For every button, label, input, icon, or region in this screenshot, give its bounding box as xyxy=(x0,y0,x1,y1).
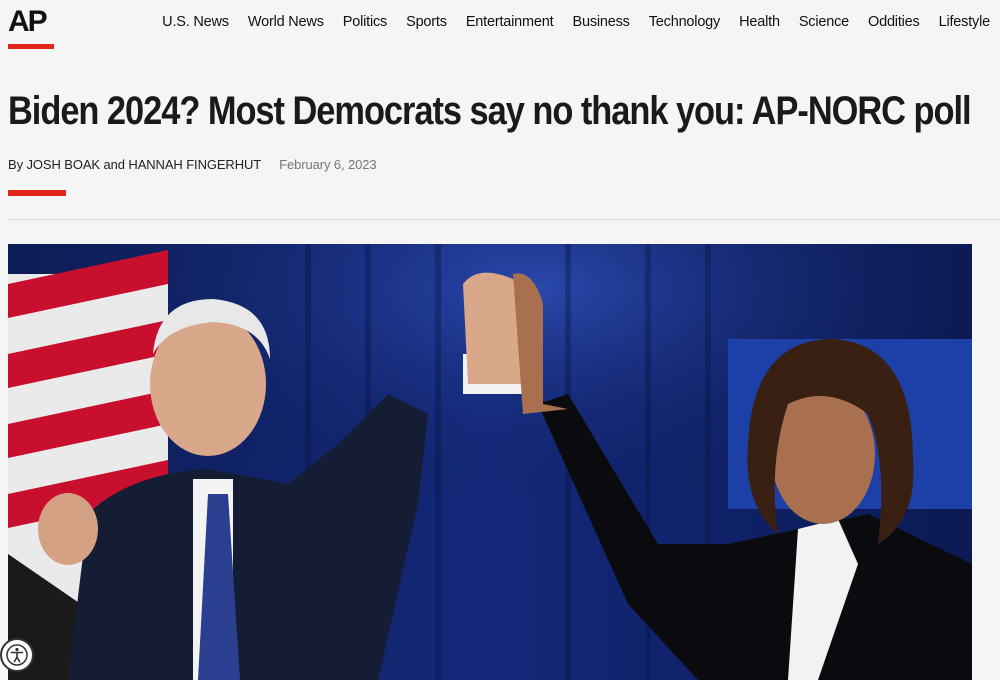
accessibility-icon xyxy=(6,644,28,666)
ap-logo[interactable]: AP xyxy=(8,5,54,49)
lead-photo-illustration xyxy=(8,244,972,680)
section-nav: U.S. News World News Politics Sports Ent… xyxy=(143,14,990,30)
nav-item-technology[interactable]: Technology xyxy=(649,14,721,30)
logo-text: AP xyxy=(8,5,48,38)
nav-item-us-news[interactable]: U.S. News xyxy=(162,14,229,30)
article-byline: By JOSH BOAK and HANNAH FINGERHUT Februar… xyxy=(8,157,377,172)
nav-item-world-news[interactable]: World News xyxy=(248,14,324,30)
section-divider xyxy=(8,219,1000,220)
top-navigation: AP U.S. News World News Politics Sports … xyxy=(0,0,1000,52)
nav-item-oddities[interactable]: Oddities xyxy=(868,14,920,30)
accessibility-button[interactable] xyxy=(0,638,34,672)
nav-item-entertainment[interactable]: Entertainment xyxy=(466,14,554,30)
nav-item-business[interactable]: Business xyxy=(572,14,629,30)
nav-item-science[interactable]: Science xyxy=(799,14,849,30)
byline-authors: By JOSH BOAK and HANNAH FINGERHUT xyxy=(8,157,262,172)
byline-accent-bar xyxy=(8,190,66,196)
publish-date: February 6, 2023 xyxy=(279,157,377,172)
logo-accent-bar xyxy=(8,44,54,49)
lead-photo[interactable] xyxy=(8,244,972,680)
nav-item-politics[interactable]: Politics xyxy=(343,14,388,30)
nav-item-health[interactable]: Health xyxy=(739,14,780,30)
nav-item-lifestyle[interactable]: Lifestyle xyxy=(939,14,991,30)
nav-item-sports[interactable]: Sports xyxy=(406,14,447,30)
article-headline: Biden 2024? Most Democrats say no thank … xyxy=(8,89,972,133)
